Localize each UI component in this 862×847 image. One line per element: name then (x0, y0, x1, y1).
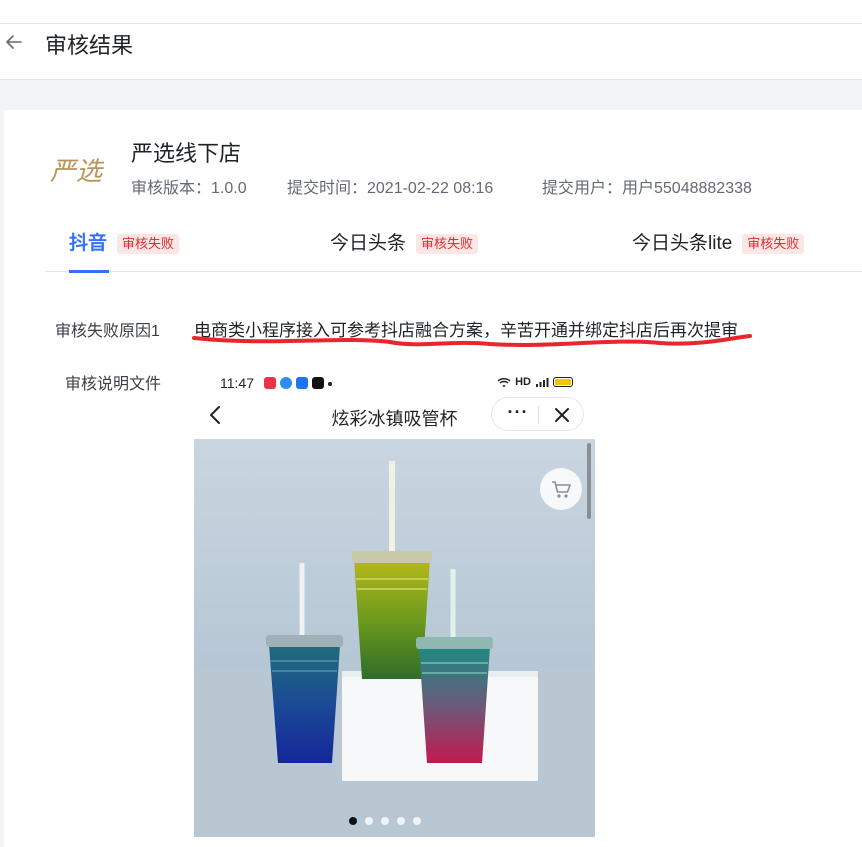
carousel-indicator (349, 817, 421, 825)
submit-user: 提交用户：用户55048882338 (542, 180, 752, 197)
miniapp-navbar: 炫彩冰镇吸管杯 ··· (194, 395, 595, 439)
status-badge: 审核失败 (416, 234, 479, 254)
tab-label: 今日头条lite (632, 233, 733, 254)
submit-time: 提交时间：2021-02-22 08:16 (287, 180, 494, 197)
app-notification-icon (280, 377, 292, 389)
app-notification-icon (296, 377, 308, 389)
network-type: HD (515, 376, 531, 388)
status-badge: 审核失败 (742, 234, 805, 254)
page-title: 审核结果 (45, 33, 134, 58)
fail-reason-label: 审核失败原因1 (55, 323, 160, 340)
store-name: 严选线下店 (131, 141, 242, 166)
tab-douyin[interactable]: 抖音 审核失败 (69, 230, 180, 273)
carousel-dot[interactable] (349, 817, 357, 825)
app-notification-icon (264, 377, 276, 389)
active-tab-indicator (69, 270, 109, 273)
image-scrollbar[interactable] (587, 443, 591, 519)
review-result-card: 严选 严选线下店 审核版本：1.0.0 提交时间：2021-02-22 08:1… (4, 110, 862, 847)
carousel-dot[interactable] (365, 817, 373, 825)
status-app-icons (264, 377, 332, 389)
close-icon[interactable] (546, 399, 578, 431)
product-image (194, 439, 595, 837)
tab-label: 抖音 (69, 233, 108, 254)
red-annotation-underline (192, 334, 752, 347)
douyin-notification-icon (312, 377, 324, 389)
status-right: HD (497, 376, 573, 388)
store-logo-text: 严选 (50, 157, 105, 187)
back-arrow-icon[interactable] (4, 32, 24, 52)
tab-toutiao-lite[interactable]: 今日头条lite 审核失败 (632, 230, 805, 272)
signal-icon (536, 378, 549, 387)
page-header: 审核结果 (0, 24, 862, 80)
platform-tabs: 抖音 审核失败 今日头条 审核失败 今日头条lite 审核失败 (45, 230, 862, 273)
cart-icon (552, 481, 571, 498)
shopping-cart-button[interactable] (540, 468, 582, 510)
phone-status-bar: 11:47 HD (194, 365, 595, 397)
carousel-dot[interactable] (381, 817, 389, 825)
review-doc-label: 审核说明文件 (65, 376, 162, 393)
review-version: 审核版本：1.0.0 (131, 180, 247, 197)
miniapp-capsule: ··· (491, 397, 584, 431)
carousel-dot[interactable] (413, 817, 421, 825)
status-badge: 审核失败 (117, 234, 180, 254)
tab-label: 今日头条 (330, 233, 407, 254)
more-notifications-dot (328, 382, 332, 386)
status-time: 11:47 (220, 375, 254, 391)
battery-icon (553, 377, 573, 387)
capsule-divider (538, 406, 539, 424)
top-strip (0, 0, 862, 24)
review-screenshot[interactable]: 11:47 HD 炫彩冰镇吸管杯 ··· (194, 365, 595, 847)
carousel-dot[interactable] (397, 817, 405, 825)
tab-toutiao[interactable]: 今日头条 审核失败 (330, 230, 479, 272)
wifi-icon (497, 378, 511, 387)
store-logo: 严选 (50, 157, 105, 187)
more-icon[interactable]: ··· (502, 398, 534, 430)
